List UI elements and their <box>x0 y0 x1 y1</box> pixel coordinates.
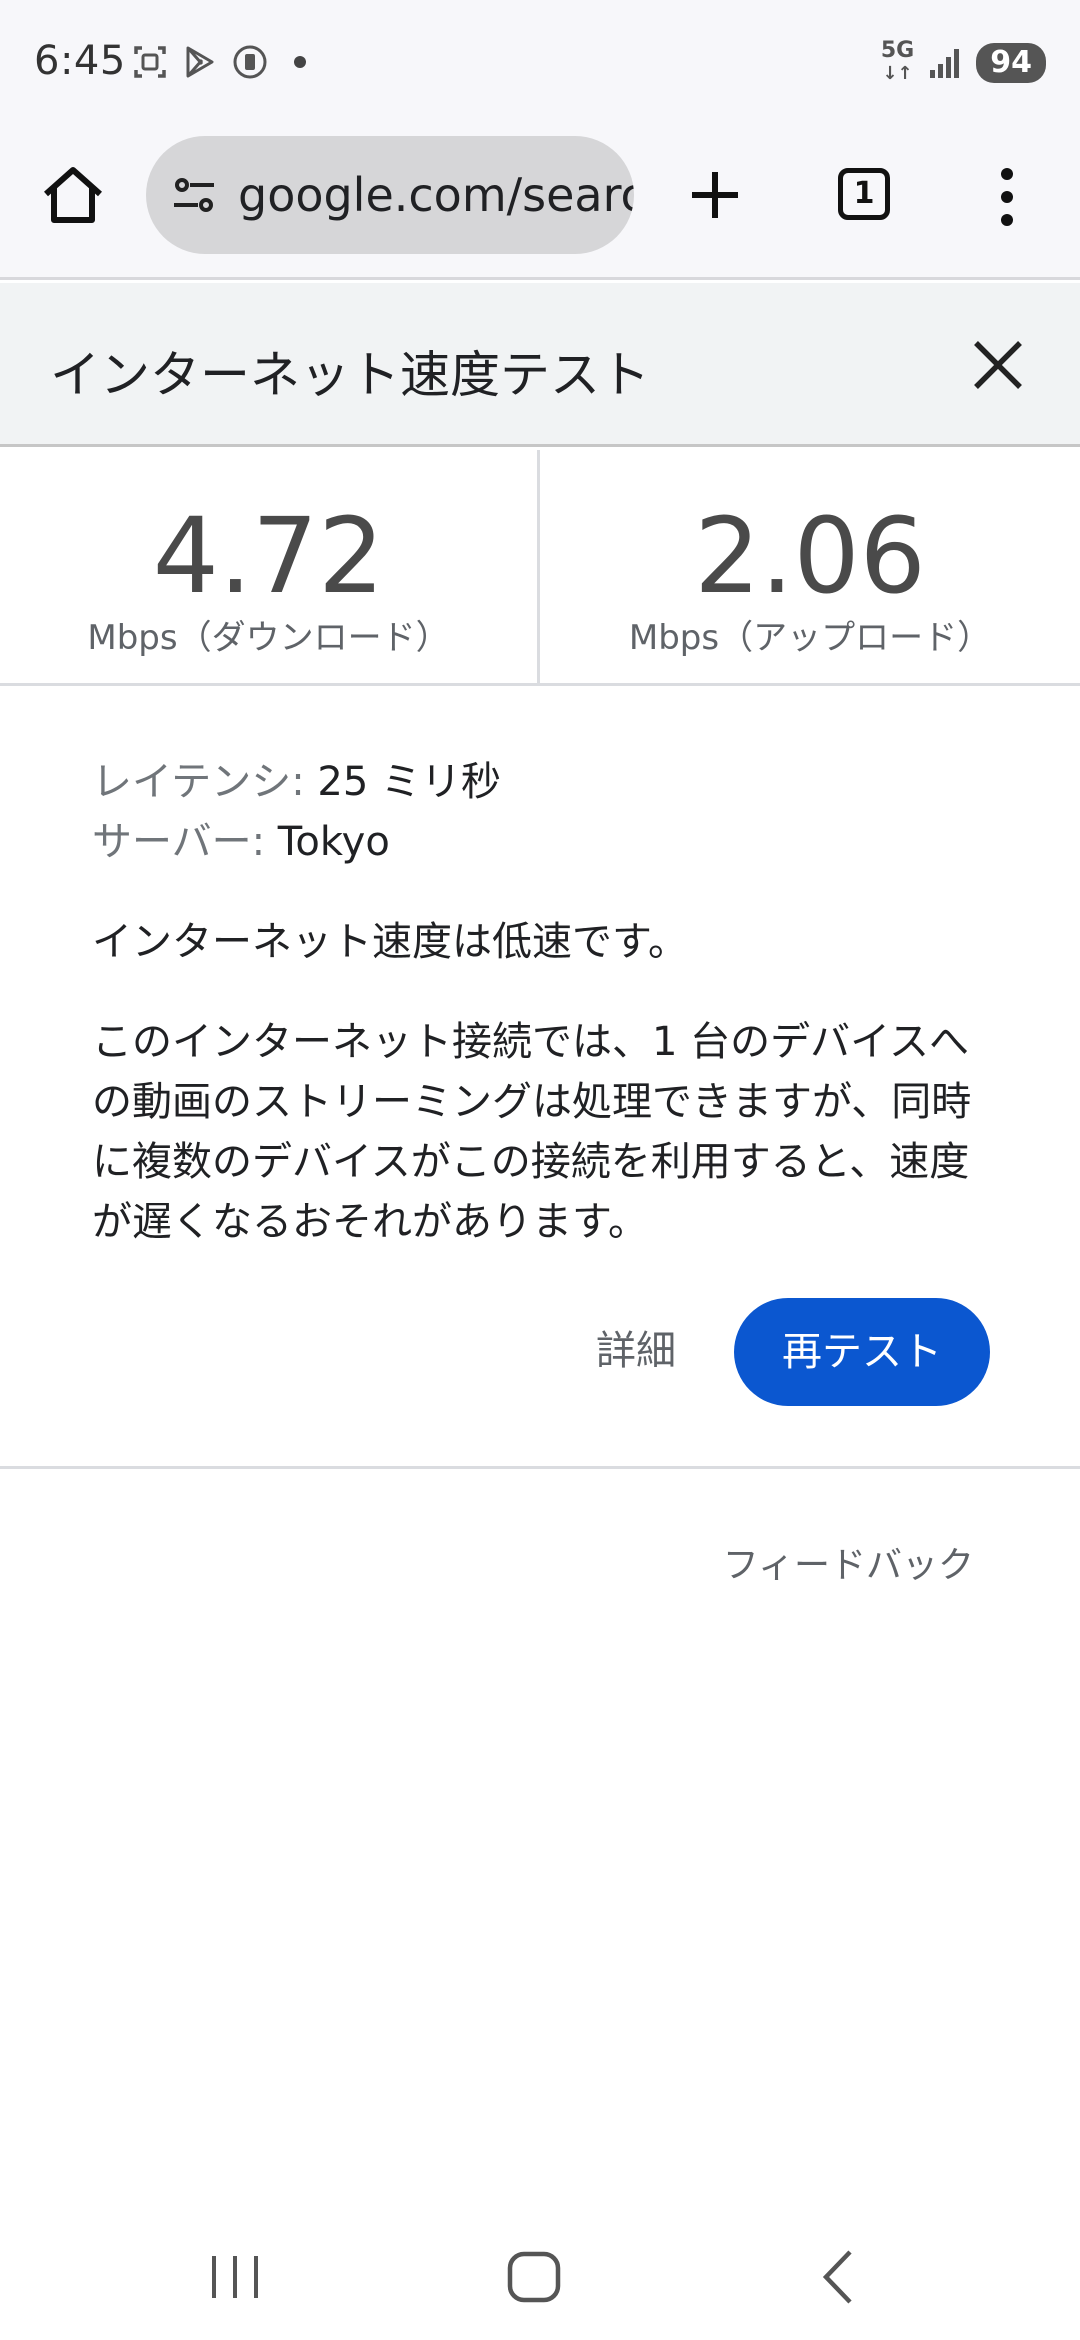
latency-label: レイテンシ: <box>92 759 305 805</box>
feedback-link[interactable]: フィードバック <box>723 1536 974 1588</box>
browser-toolbar: google.com/search 1 <box>0 130 1080 280</box>
home-nav-icon[interactable] <box>500 2242 570 2312</box>
signal-icon <box>930 48 960 78</box>
upload-result: 2.06 Mbps（アップロード） <box>540 450 1080 686</box>
more-menu-icon[interactable] <box>992 162 1022 232</box>
site-settings-icon[interactable] <box>170 171 218 219</box>
recent-apps-icon[interactable] <box>200 2242 270 2312</box>
divider <box>0 1466 1080 1469</box>
result-details: レイテンシ: 25 ミリ秒 サーバー: Tokyo インターネット速度は低速です… <box>92 752 992 1252</box>
speed-test-header: インターネット速度テスト <box>0 283 1080 447</box>
screenshot-icon <box>134 46 166 78</box>
page-title: インターネット速度テスト <box>50 346 650 404</box>
server-line: サーバー: Tokyo <box>92 812 992 872</box>
system-nav-bar <box>0 2200 1080 2340</box>
network-type: 5G ↓↑ <box>880 38 915 85</box>
url-text: google.com/search <box>238 168 634 222</box>
home-icon[interactable] <box>38 160 108 230</box>
close-icon[interactable] <box>968 335 1028 395</box>
new-tab-icon[interactable] <box>680 160 750 230</box>
upload-unit: Mbps（アップロード） <box>628 618 992 658</box>
back-icon[interactable] <box>806 2242 876 2312</box>
latency-line: レイテンシ: 25 ミリ秒 <box>92 752 992 812</box>
tab-switcher-icon[interactable]: 1 <box>838 168 890 220</box>
download-unit: Mbps（ダウンロード） <box>87 618 450 658</box>
status-bar: 6:45 5G ↓↑ 94 <box>0 0 1080 130</box>
play-store-icon <box>186 46 214 78</box>
latency-value: 25 ミリ秒 <box>304 759 502 805</box>
status-system-icons: 5G ↓↑ 94 <box>881 40 1046 85</box>
server-value: Tokyo <box>265 819 390 865</box>
speed-summary: インターネット速度は低速です。 <box>92 919 688 965</box>
sim-icon <box>233 45 267 79</box>
notification-dot <box>294 56 306 68</box>
upload-value: 2.06 <box>694 495 926 617</box>
retest-button[interactable]: 再テスト <box>734 1298 990 1406</box>
status-time: 6:45 <box>34 38 126 84</box>
speed-description: このインターネット接続では、1 台のデバイスへの動画のストリーミングは処理できま… <box>92 1019 972 1245</box>
details-link[interactable]: 詳細 <box>596 1318 676 1376</box>
status-notification-icons <box>132 44 306 80</box>
battery-indicator: 94 <box>976 42 1046 83</box>
download-result: 4.72 Mbps（ダウンロード） <box>0 450 540 686</box>
server-label: サーバー: <box>92 819 266 865</box>
speed-results: 4.72 Mbps（ダウンロード） 2.06 Mbps（アップロード） <box>0 450 1080 686</box>
address-bar[interactable]: google.com/search <box>146 136 634 254</box>
download-value: 4.72 <box>152 495 385 617</box>
